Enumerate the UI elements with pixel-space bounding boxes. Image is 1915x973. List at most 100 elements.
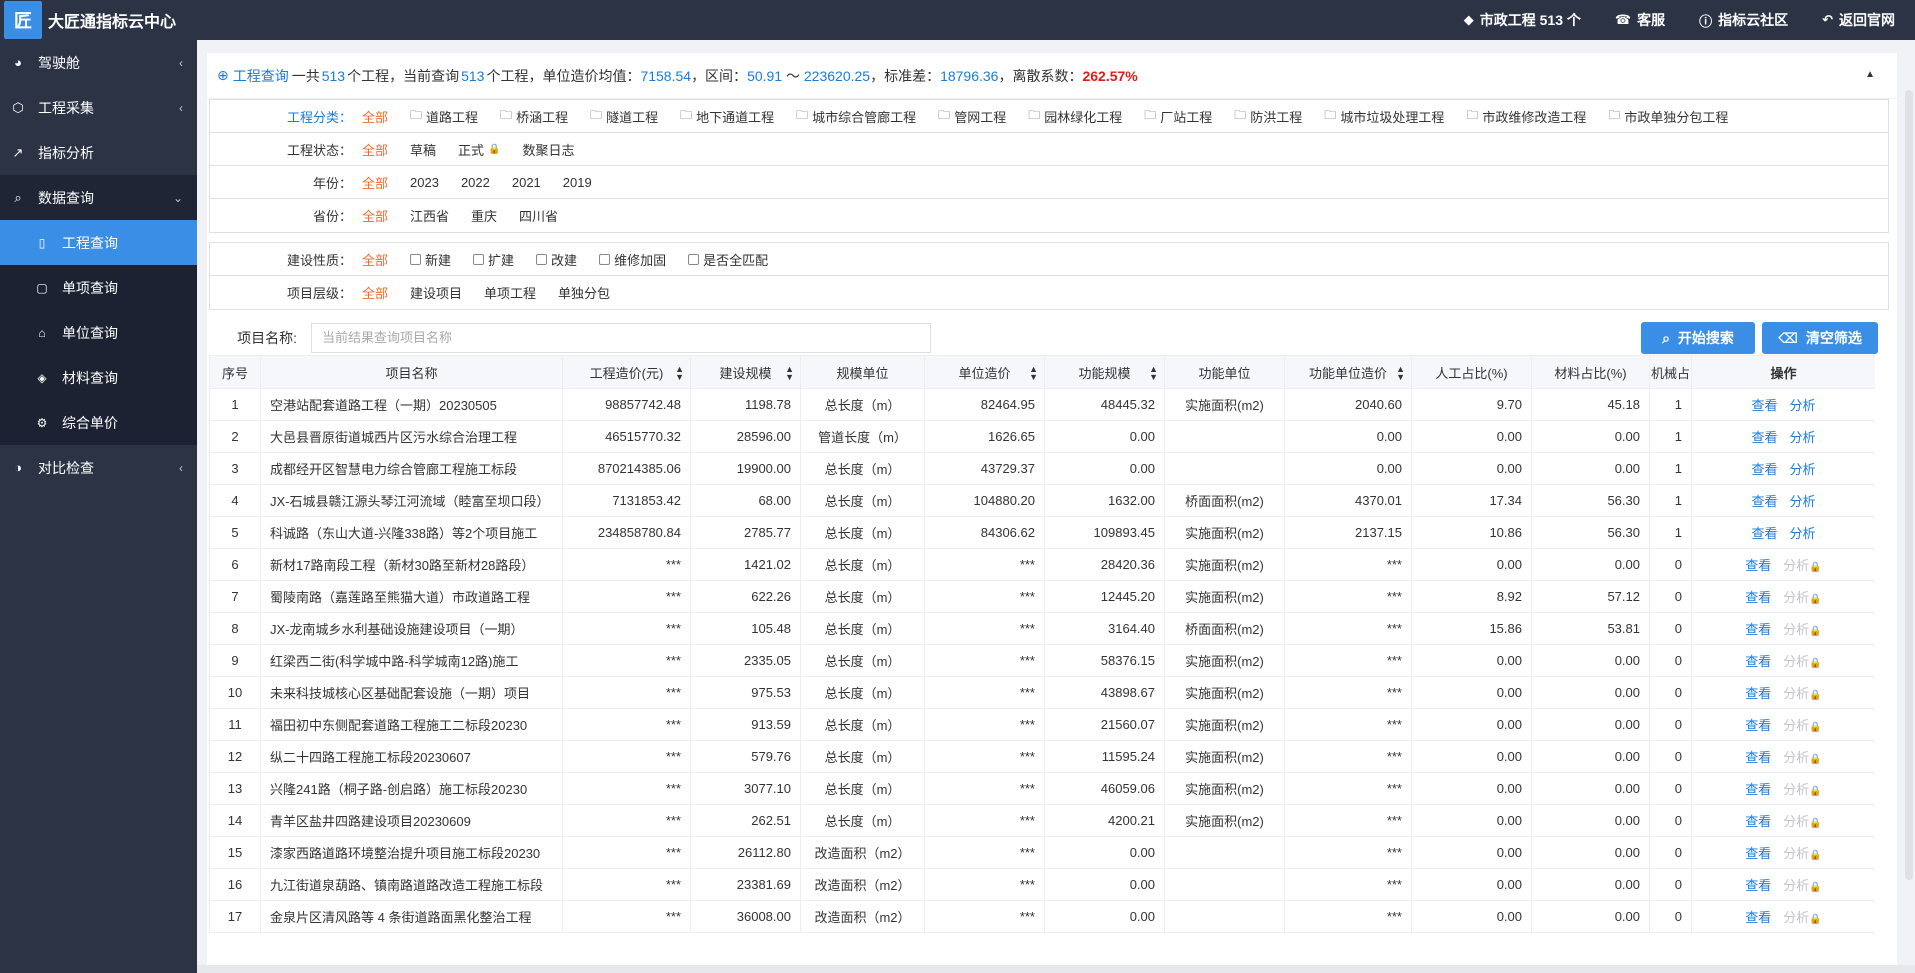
filter-option[interactable]: 草稿 xyxy=(410,140,436,159)
collapse-icon[interactable]: ▲ xyxy=(1865,69,1875,80)
filter-option[interactable]: 单独分包 xyxy=(558,283,610,302)
view-link[interactable]: 查看 xyxy=(1745,590,1771,605)
view-link[interactable]: 查看 xyxy=(1745,718,1771,733)
sidebar-item-compare[interactable]: ◑ 对比检查 ‹ xyxy=(0,445,197,490)
th-func-scale[interactable]: 功能规模 ▲ ▼ xyxy=(1044,355,1165,389)
sidebar-item-label: 驾驶舱 xyxy=(38,54,80,71)
view-link[interactable]: 查看 xyxy=(1745,622,1771,637)
sort-icon[interactable]: ▲ ▼ xyxy=(1396,365,1405,382)
filter-option[interactable]: 江西省 xyxy=(410,206,449,225)
filter-option[interactable]: 🗀 道路工程 xyxy=(410,106,478,127)
community-link[interactable]: ⓘ 指标云社区 xyxy=(1699,10,1788,30)
view-link[interactable]: 查看 xyxy=(1751,494,1777,509)
th-unit-cost[interactable]: 单位造价 ▲ ▼ xyxy=(924,355,1045,389)
folder-icon: 🗀 xyxy=(410,107,423,122)
analyze-link[interactable]: 分析 xyxy=(1790,494,1816,509)
filter-option[interactable]: 🗀 园林绿化工程 xyxy=(1028,106,1122,127)
filter-option[interactable]: 全部 xyxy=(362,206,388,225)
view-link[interactable]: 查看 xyxy=(1745,878,1771,893)
filter-option[interactable]: 🗀 城市垃圾处理工程 xyxy=(1324,106,1444,127)
sidebar-item-data-query[interactable]: ⌕ 数据查询 ⌄ xyxy=(0,175,197,220)
view-link[interactable]: 查看 xyxy=(1745,814,1771,829)
filter-option[interactable]: 2023 xyxy=(410,175,439,190)
start-search-button[interactable]: ⌕ 开始搜索 xyxy=(1641,322,1755,354)
sort-icon[interactable]: ▲ ▼ xyxy=(1029,365,1038,382)
sidebar-subitem-material-query[interactable]: ◈ 材料查询 xyxy=(0,355,197,400)
th-func-unit-cost[interactable]: 功能单位造价 ▲ ▼ xyxy=(1284,355,1412,389)
filter-option[interactable]: 🗀 市政单独分包工程 xyxy=(1608,106,1728,127)
table-cell: 0.00 xyxy=(1411,804,1532,837)
filter-option[interactable]: 建设项目 xyxy=(410,283,462,302)
filter-option[interactable]: 🗀 地下通道工程 xyxy=(680,106,774,127)
view-link[interactable]: 查看 xyxy=(1745,750,1771,765)
view-link[interactable]: 查看 xyxy=(1751,526,1777,541)
sidebar-subitem-unit-price[interactable]: ⚙ 综合单价 xyxy=(0,400,197,445)
filter-option[interactable]: 全部 xyxy=(362,140,388,159)
filter-option[interactable]: 2021 xyxy=(512,175,541,190)
filter-option[interactable]: 四川省 xyxy=(519,206,558,225)
th-scale[interactable]: 建设规模 ▲ ▼ xyxy=(690,355,801,389)
app-logo: 匠 xyxy=(4,1,42,39)
back-home-link[interactable]: ↶ 返回官网 xyxy=(1822,10,1895,30)
clear-filter-button[interactable]: ⌫ 清空筛选 xyxy=(1762,322,1878,354)
view-link[interactable]: 查看 xyxy=(1751,398,1777,413)
analyze-link[interactable]: 分析 xyxy=(1790,398,1816,413)
sort-icon[interactable]: ▲ ▼ xyxy=(675,365,684,382)
filter-checkbox[interactable]: 扩建 xyxy=(473,250,514,269)
filter-option[interactable]: 数聚日志 xyxy=(523,140,575,159)
sidebar-subitem-project-query[interactable]: ▯ 工程查询 xyxy=(0,220,197,265)
filter-option[interactable]: 🗀 管网工程 xyxy=(938,106,1006,127)
project-count-link[interactable]: ◆ 市政工程 513 个 xyxy=(1464,10,1581,30)
filter-checkbox[interactable]: 是否全匹配 xyxy=(688,250,768,269)
vertical-scrollbar[interactable] xyxy=(1905,90,1913,880)
view-link[interactable]: 查看 xyxy=(1745,910,1771,925)
filter-option[interactable]: 2022 xyxy=(461,175,490,190)
filter-checkbox[interactable]: 改建 xyxy=(536,250,577,269)
filter-option[interactable]: 🗀 防洪工程 xyxy=(1234,106,1302,127)
th-cost[interactable]: 工程造价(元) ▲ ▼ xyxy=(562,355,691,389)
filter-option[interactable]: 2019 xyxy=(563,175,592,190)
filter-option[interactable]: 全部 xyxy=(362,250,388,269)
sidebar-subitem-item-query[interactable]: ▢ 单项查询 xyxy=(0,265,197,310)
view-link[interactable]: 查看 xyxy=(1745,846,1771,861)
table-actions-cell: 查看 分析🔒 xyxy=(1691,708,1875,741)
sidebar-subitem-unit-query[interactable]: ⌂ 单位查询 xyxy=(0,310,197,355)
filter-option[interactable]: 🗀 市政维修改造工程 xyxy=(1466,106,1586,127)
table-cell: 0.00 xyxy=(1044,868,1165,901)
table-cell: *** xyxy=(1284,644,1412,677)
filter-option[interactable]: 单项工程 xyxy=(484,283,536,302)
view-link[interactable]: 查看 xyxy=(1745,654,1771,669)
view-link[interactable]: 查看 xyxy=(1745,558,1771,573)
analyze-link: 分析 xyxy=(1783,686,1810,701)
filter-label: 工程状态： xyxy=(286,142,352,158)
sort-icon[interactable]: ▲ ▼ xyxy=(1149,365,1158,382)
view-link[interactable]: 查看 xyxy=(1745,686,1771,701)
filter-option[interactable]: 正式 🔒 xyxy=(458,140,500,159)
filter-option[interactable]: 🗀 城市综合管廊工程 xyxy=(796,106,916,127)
analyze-link[interactable]: 分析 xyxy=(1790,526,1816,541)
table-cell: 0.00 xyxy=(1531,420,1650,453)
table-cell: 0.00 xyxy=(1411,452,1532,485)
project-name-search-input[interactable] xyxy=(311,322,931,353)
analyze-link[interactable]: 分析 xyxy=(1790,430,1816,445)
service-link[interactable]: ☎ 客服 xyxy=(1615,10,1665,30)
horizontal-scrollbar[interactable] xyxy=(197,965,1915,973)
sidebar-item-dashboard[interactable]: ◕ 驾驶舱 ‹ xyxy=(0,40,197,85)
sort-icon[interactable]: ▲ ▼ xyxy=(785,365,794,382)
view-link[interactable]: 查看 xyxy=(1751,430,1777,445)
sidebar-item-analysis[interactable]: ↗ 指标分析 xyxy=(0,130,197,175)
filter-option[interactable]: 全部 xyxy=(362,173,388,192)
filter-option[interactable]: 🗀 厂站工程 xyxy=(1144,106,1212,127)
view-link[interactable]: 查看 xyxy=(1745,782,1771,797)
filter-option[interactable]: 重庆 xyxy=(471,206,497,225)
filter-option[interactable]: 🗀 桥涵工程 xyxy=(500,106,568,127)
analyze-link[interactable]: 分析 xyxy=(1790,462,1816,477)
view-link[interactable]: 查看 xyxy=(1751,462,1777,477)
th-index: 序号 xyxy=(209,355,261,389)
filter-checkbox[interactable]: 维修加固 xyxy=(599,250,666,269)
filter-option[interactable]: 全部 xyxy=(362,107,388,126)
sidebar-item-collection[interactable]: ⬡ 工程采集 ‹ xyxy=(0,85,197,130)
filter-option[interactable]: 🗀 隧道工程 xyxy=(590,106,658,127)
filter-option[interactable]: 全部 xyxy=(362,283,388,302)
filter-checkbox[interactable]: 新建 xyxy=(410,250,451,269)
